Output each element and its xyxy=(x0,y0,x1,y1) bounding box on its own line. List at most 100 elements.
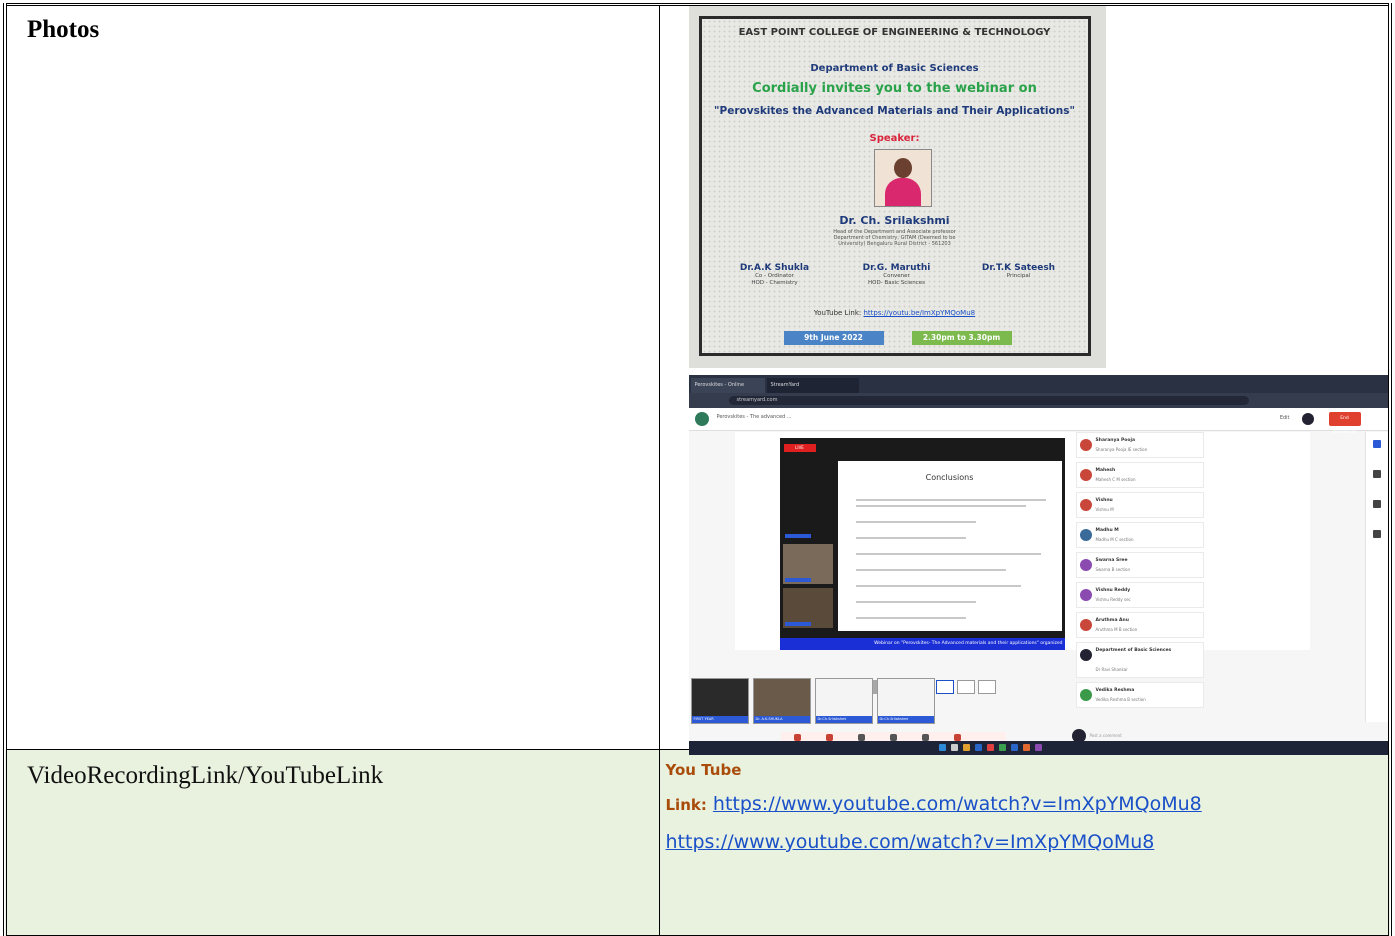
browser-tab: Perovskites - Online Meeting xyxy=(690,378,765,403)
photos-cell: EAST POINT COLLEGE OF ENGINEERING & TECH… xyxy=(658,3,1392,755)
chat-message: Vishnu Vishnu M xyxy=(1075,492,1204,518)
avatar xyxy=(1079,589,1092,601)
speaker-head xyxy=(893,158,912,178)
live-slide: LIVE Conclusions Webinar on "Perovskites… xyxy=(779,438,1065,650)
browser-url: streamyard.com xyxy=(728,396,1249,405)
comments-icon xyxy=(1372,440,1381,448)
poster-topic: "Perovskites the Advanced Materials and … xyxy=(714,105,1075,117)
avatar xyxy=(1079,529,1092,541)
participant-thumb: Dr.Ch.Srilakshmi xyxy=(814,678,873,724)
person-role: Convener xyxy=(883,273,910,279)
youtube-link-secondary[interactable]: https://www.youtube.com/watch?v=ImXpYMQo… xyxy=(666,831,1155,853)
avatar xyxy=(1079,649,1092,661)
live-badge: LIVE xyxy=(783,444,816,452)
speaker-photo xyxy=(873,149,932,207)
slide-text-line xyxy=(855,553,1041,555)
brand-icon xyxy=(1372,500,1381,508)
side-rail xyxy=(1364,432,1388,722)
app-icon xyxy=(1034,744,1042,751)
youtube-title: You Tube xyxy=(665,761,742,779)
windows-taskbar xyxy=(688,741,1388,755)
poster-department: Department of Basic Sciences xyxy=(810,63,979,74)
photos-title: Photos xyxy=(27,16,100,43)
camera-tag xyxy=(784,578,811,582)
video-label: VideoRecordingLink/YouTubeLink xyxy=(27,762,384,789)
app-logo-icon xyxy=(694,412,709,426)
chat-panel: Sharanya Pooja Sharanya Pooja IE section … xyxy=(1075,432,1204,722)
youtube-link-primary[interactable]: https://www.youtube.com/watch?v=ImXpYMQo… xyxy=(713,793,1202,815)
edit-label: Edit xyxy=(1279,415,1290,421)
person-role2: HOD- Basic Sciences xyxy=(868,280,925,286)
search-icon xyxy=(950,744,958,751)
slide-banner: Webinar on "Perovskites- The Advanced ma… xyxy=(779,638,1065,650)
edge-icon xyxy=(974,744,982,751)
poster-speaker-label: Speaker: xyxy=(869,133,920,144)
person-name: Dr.T.K Sateesh xyxy=(981,263,1056,273)
participant-thumb: Dr. A.K.SHUKLA xyxy=(752,678,811,724)
video-links-cell: You Tube Link: https://www.youtube.com/w… xyxy=(658,749,1392,936)
avatar xyxy=(1079,619,1092,631)
speaker-body xyxy=(884,178,921,206)
slide-text-line xyxy=(855,505,1026,507)
gear-icon xyxy=(858,734,865,741)
webinar-poster: EAST POINT COLLEGE OF ENGINEERING & TECH… xyxy=(688,6,1106,368)
camera-tile xyxy=(782,500,833,540)
person-role: Principal xyxy=(1006,273,1031,279)
app-icon xyxy=(986,744,994,751)
thumb-label: Dr. A.K.SHUKLA xyxy=(753,716,810,723)
avatar xyxy=(1079,439,1092,451)
slide-text-line xyxy=(855,521,976,523)
end-broadcast-button: End broadcast xyxy=(1328,412,1361,435)
participant-thumb: FIRST YEAR xyxy=(690,678,749,724)
folder-icon xyxy=(962,744,970,751)
chrome-icon xyxy=(998,744,1006,751)
speaker-details: Head of the Department and Associate pro… xyxy=(833,229,956,247)
poster-frame: EAST POINT COLLEGE OF ENGINEERING & TECH… xyxy=(698,16,1091,356)
camera-icon xyxy=(794,734,801,741)
chat-message: Department of Basic Sciences Dr Ravi Shan… xyxy=(1075,642,1204,678)
avatar xyxy=(1079,499,1092,511)
link-row-primary: Link: https://www.youtube.com/watch?v=Im… xyxy=(666,793,1389,815)
share-icon xyxy=(890,734,897,741)
banners-icon xyxy=(1372,470,1381,478)
person-role2: HOD - Chemistry xyxy=(751,280,798,286)
avatar xyxy=(1079,469,1092,481)
camera-tile xyxy=(782,588,833,628)
link-row-secondary: https://www.youtube.com/watch?v=ImXpYMQo… xyxy=(666,831,1389,853)
invite-icon xyxy=(922,734,929,741)
link-prefix: Link: xyxy=(665,796,707,814)
slide-text-line xyxy=(855,499,1046,501)
poster-invite: Cordially invites you to the webinar on xyxy=(752,81,1037,96)
chat-message: Swarna Sree Swarna B section xyxy=(1075,552,1204,578)
poster-youtube-link[interactable]: https://youtu.be/ImXpYMQoMu8 xyxy=(863,309,975,317)
camera-tile xyxy=(782,544,833,584)
poster-date: 9th June 2022 xyxy=(783,331,884,345)
slide-text-line xyxy=(855,617,966,619)
webinar-screenshot: Perovskites - Online Meeting StreamYard … xyxy=(688,375,1388,755)
person-name: Dr.A.K Shukla xyxy=(739,263,810,273)
avatar xyxy=(1079,689,1092,701)
poster-youtube: YouTube Link: https://youtu.be/ImXpYMQoM… xyxy=(702,309,1088,317)
browser-tab-active: StreamYard xyxy=(766,378,859,393)
person-coordinator: Dr.A.K Shukla Co - Ordinator HOD - Chemi… xyxy=(720,263,830,287)
thumb-label: Dr.Ch.Srilakshmi xyxy=(815,716,872,723)
avatar xyxy=(1301,413,1314,425)
chat-message: Vedika Reshma Vedika Reshma B section xyxy=(1075,682,1204,708)
windows-icon xyxy=(938,744,946,751)
person-principal: Dr.T.K Sateesh Principal xyxy=(964,263,1074,280)
speaker-name: Dr. Ch. Srilakshmi xyxy=(839,214,950,227)
video-label-cell: VideoRecordingLink/YouTubeLink xyxy=(3,749,660,936)
person-role: Co - Ordinator xyxy=(755,273,794,279)
slide-text-line xyxy=(855,537,966,539)
avatar xyxy=(1079,559,1092,571)
slide-title: Conclusions xyxy=(925,473,974,482)
private-chat-icon xyxy=(1372,530,1381,538)
thumb-label: FIRST YEAR xyxy=(691,716,748,723)
stream-stage: LIVE Conclusions Webinar on "Perovskites… xyxy=(734,432,1310,694)
chat-message: Sharanya Pooja Sharanya Pooja IE section xyxy=(1075,432,1204,458)
poster-time: 2.30pm to 3.30pm xyxy=(911,331,1012,345)
app-header: Perovskites - The advanced ... Edit End … xyxy=(688,408,1388,435)
participant-thumb: Dr.Ch.Srilakshmi xyxy=(876,678,935,724)
slide-text-line xyxy=(855,585,1021,587)
report-table: Photos EAST POINT COLLEGE OF ENGINEERING… xyxy=(3,3,1392,936)
